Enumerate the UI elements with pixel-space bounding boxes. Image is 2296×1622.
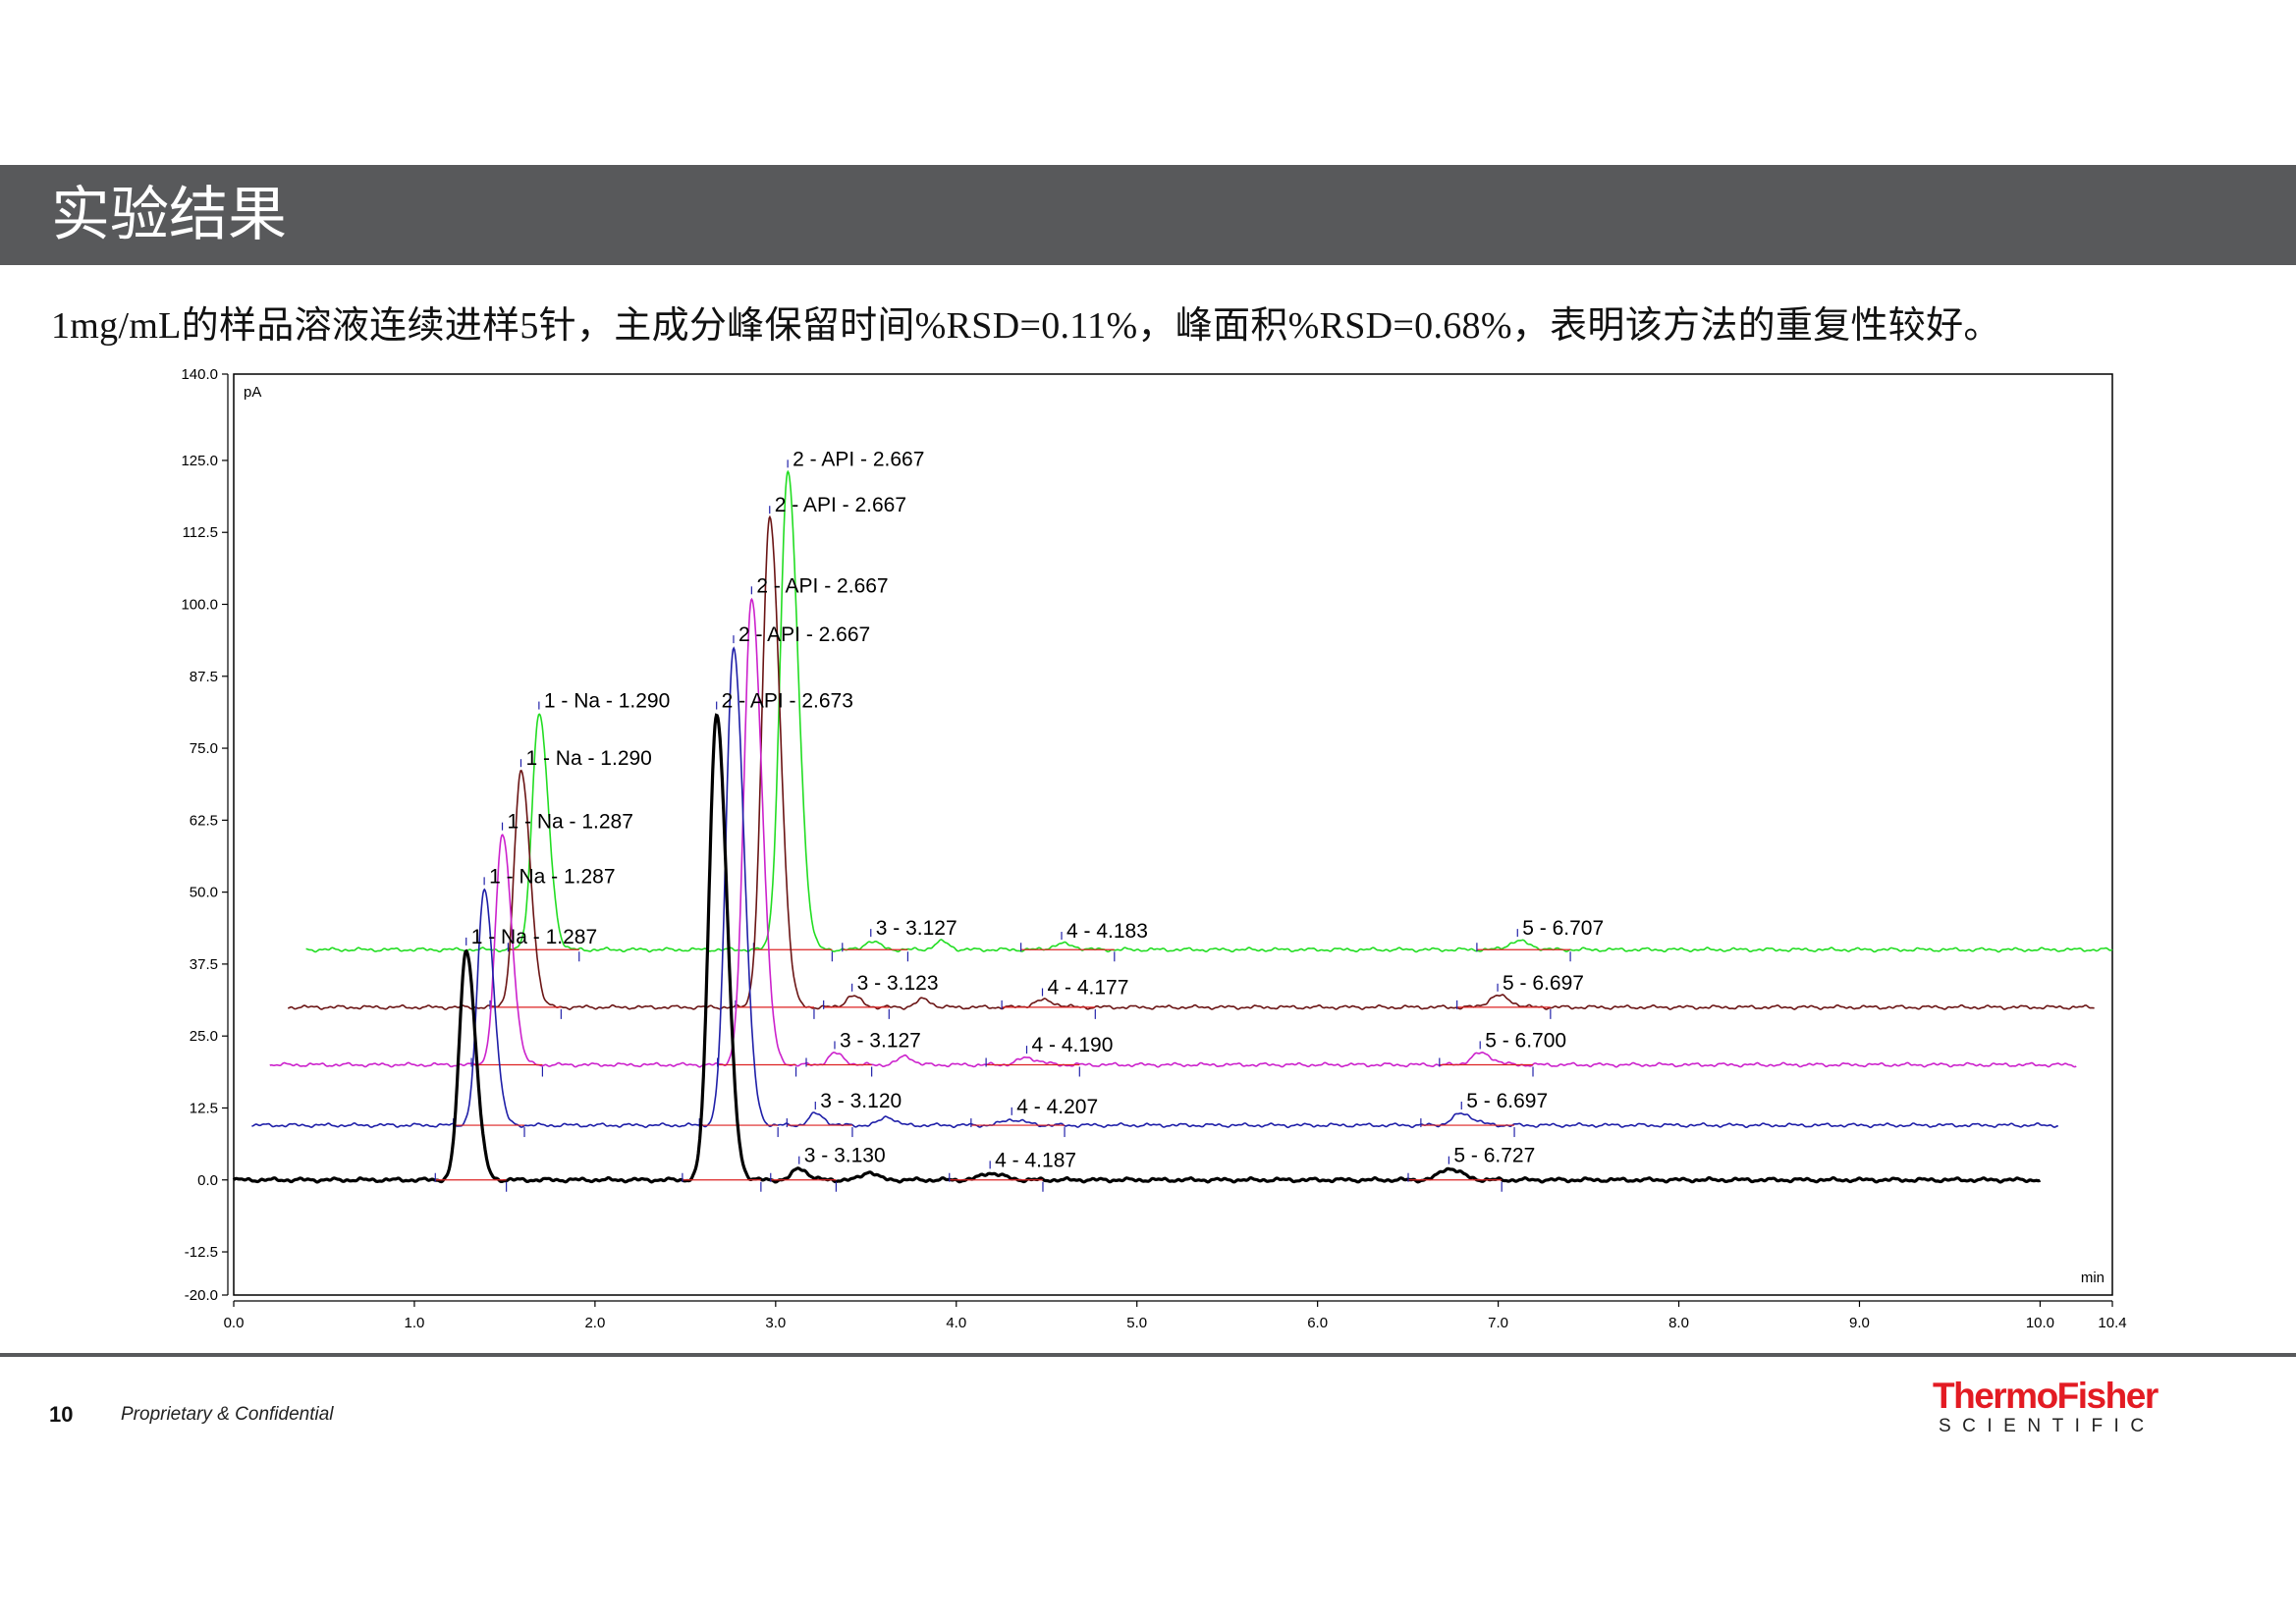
peak-label: 1 - Na - 1.287 bbox=[508, 811, 633, 834]
peak-label: 1 - Na - 1.290 bbox=[525, 747, 651, 770]
y-tick-label: 100.0 bbox=[181, 597, 218, 614]
y-tick-label: 12.5 bbox=[190, 1100, 218, 1116]
y-tick-label: 62.5 bbox=[190, 812, 218, 829]
peak-label: 4 - 4.190 bbox=[1032, 1034, 1114, 1056]
x-tick-label: 5.0 bbox=[1126, 1315, 1147, 1331]
peak-label: 4 - 4.177 bbox=[1048, 976, 1129, 999]
peak-label: 2 - API - 2.667 bbox=[738, 623, 870, 646]
x-tick-label: 7.0 bbox=[1488, 1315, 1508, 1331]
y-tick-label: 0.0 bbox=[197, 1172, 218, 1189]
peak-label: 4 - 4.187 bbox=[995, 1149, 1076, 1171]
peak-label: 3 - 3.123 bbox=[857, 972, 939, 995]
x-tick-label: 2.0 bbox=[584, 1315, 605, 1331]
page-number: 10 bbox=[49, 1402, 74, 1427]
y-tick-label: 112.5 bbox=[183, 524, 218, 541]
x-tick-label: 4.0 bbox=[946, 1315, 966, 1331]
peak-label: 2 - API - 2.667 bbox=[793, 448, 924, 470]
y-tick-label: 37.5 bbox=[190, 956, 218, 973]
x-tick-label: 10.0 bbox=[2026, 1315, 2054, 1331]
footer-rule bbox=[0, 1353, 2296, 1357]
peak-label: 1 - Na - 1.287 bbox=[489, 865, 615, 888]
y-tick-label: 140.0 bbox=[181, 366, 218, 383]
peak-label: 5 - 6.697 bbox=[1466, 1090, 1548, 1112]
confidential-note: Proprietary & Confidential bbox=[121, 1404, 334, 1425]
peak-label: 5 - 6.700 bbox=[1485, 1029, 1566, 1052]
peak-label: 3 - 3.120 bbox=[820, 1090, 902, 1112]
peak-label: 3 - 3.127 bbox=[840, 1029, 921, 1052]
y-tick-label: 50.0 bbox=[190, 885, 218, 901]
x-tick-label: 8.0 bbox=[1668, 1315, 1689, 1331]
y-tick-label: 125.0 bbox=[181, 453, 218, 469]
x-tick-label: 1.0 bbox=[405, 1315, 425, 1331]
peak-label: 2 - API - 2.673 bbox=[722, 690, 853, 713]
peak-label: 3 - 3.130 bbox=[804, 1145, 886, 1167]
peak-label: 1 - Na - 1.290 bbox=[544, 690, 670, 713]
x-tick-label: 6.0 bbox=[1307, 1315, 1328, 1331]
y-tick-label: 75.0 bbox=[190, 740, 218, 757]
chromatogram-chart: 140.0 125.0 112.5 100.0 87.5 75.0 62.5 50.0 37.5… bbox=[181, 366, 2126, 1331]
thermofisher-logo: ThermoFisher SCIENTIFIC bbox=[1933, 1377, 2164, 1437]
peak-label: 5 - 6.707 bbox=[1522, 917, 1604, 940]
peak-label: 2 - API - 2.667 bbox=[756, 574, 888, 597]
x-unit-label: min bbox=[2081, 1270, 2105, 1286]
peak-label: 5 - 6.727 bbox=[1453, 1145, 1535, 1167]
peak-label: 4 - 4.183 bbox=[1066, 920, 1148, 943]
logo-tagline: SCIENTIFIC bbox=[1939, 1416, 2156, 1436]
x-tick-label: 9.0 bbox=[1849, 1315, 1870, 1331]
peak-label: 1 - Na - 1.287 bbox=[471, 926, 597, 948]
y-tick-label: 25.0 bbox=[190, 1028, 218, 1045]
y-tick-label: -20.0 bbox=[185, 1287, 218, 1304]
peak-label: 3 - 3.127 bbox=[876, 917, 957, 940]
x-tick-label: 3.0 bbox=[765, 1315, 786, 1331]
y-tick-label: 87.5 bbox=[190, 669, 218, 685]
x-tick-label: 0.0 bbox=[224, 1315, 245, 1331]
logo-wordmark: ThermoFisher bbox=[1933, 1376, 2159, 1416]
peak-label: 2 - API - 2.667 bbox=[775, 494, 906, 516]
peak-label: 5 - 6.697 bbox=[1503, 972, 1584, 995]
y-unit-label: pA bbox=[244, 384, 261, 401]
y-tick-label: -12.5 bbox=[185, 1244, 218, 1261]
peak-label: 4 - 4.207 bbox=[1016, 1096, 1098, 1118]
x-tick-label: 10.4 bbox=[2098, 1315, 2126, 1331]
